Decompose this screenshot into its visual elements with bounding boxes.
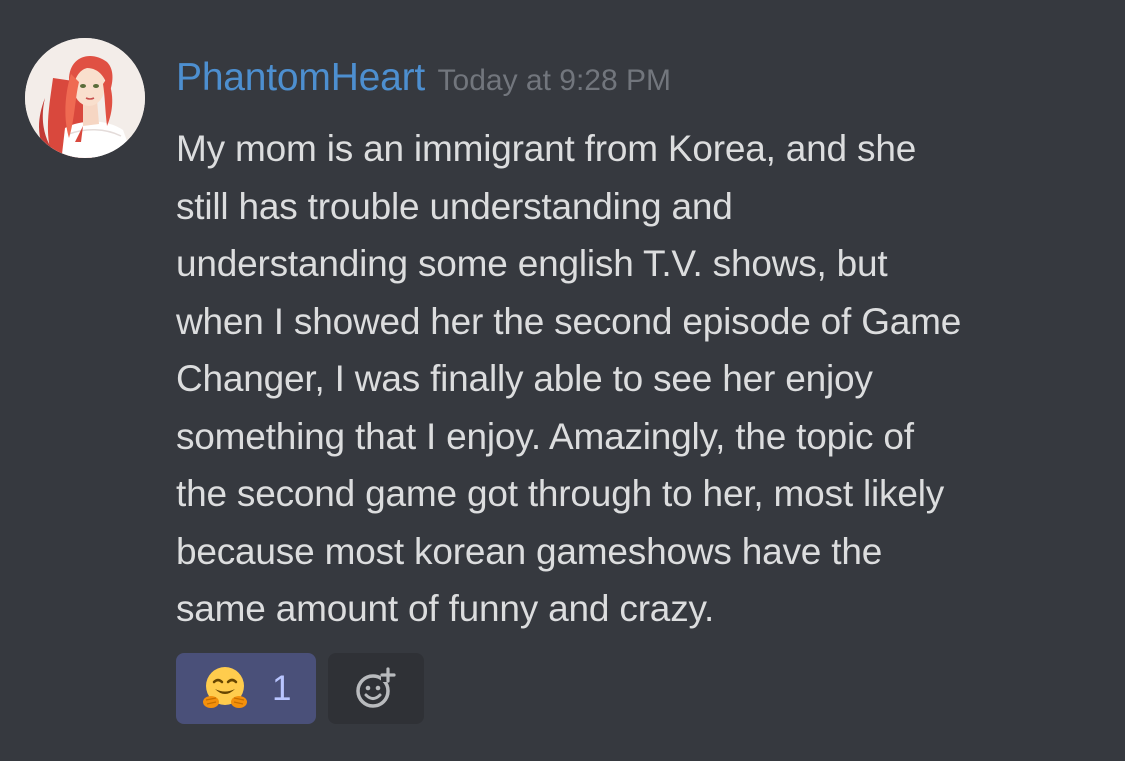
reaction-hugging-face[interactable]: 1 <box>176 653 316 724</box>
add-reaction-icon <box>356 666 396 708</box>
message-line: something that I enjoy. Amazingly, the t… <box>176 415 914 457</box>
reactions-bar: 1 <box>176 653 424 724</box>
avatar-illustration <box>25 38 145 158</box>
message-line: same amount of funny and crazy. <box>176 588 715 629</box>
hugging-face-emoji-icon <box>203 666 247 708</box>
message-line: still has trouble understanding and <box>176 185 733 227</box>
message-line: when I showed her the second episode of … <box>176 300 962 342</box>
message-line: My mom is an immigrant from Korea, and s… <box>176 128 917 169</box>
message-line: because most korean gameshows have the <box>176 530 883 572</box>
avatar[interactable] <box>25 38 145 158</box>
chat-message: PhantomHeart Today at 9:28 PM My mom is … <box>0 0 1125 761</box>
message-line: Changer, I was finally able to see her e… <box>176 358 873 399</box>
add-reaction-button[interactable] <box>328 653 424 724</box>
message-header: PhantomHeart Today at 9:28 PM <box>176 52 671 112</box>
timestamp: Today at 9:28 PM <box>437 64 671 97</box>
reaction-count: 1 <box>272 668 292 708</box>
message-line: understanding some english T.V. shows, b… <box>176 243 888 284</box>
message-line: the second game got through to her, most… <box>176 473 945 514</box>
message-content: My mom is an immigrant from Korea, and s… <box>176 120 1096 638</box>
username[interactable]: PhantomHeart <box>176 56 425 99</box>
